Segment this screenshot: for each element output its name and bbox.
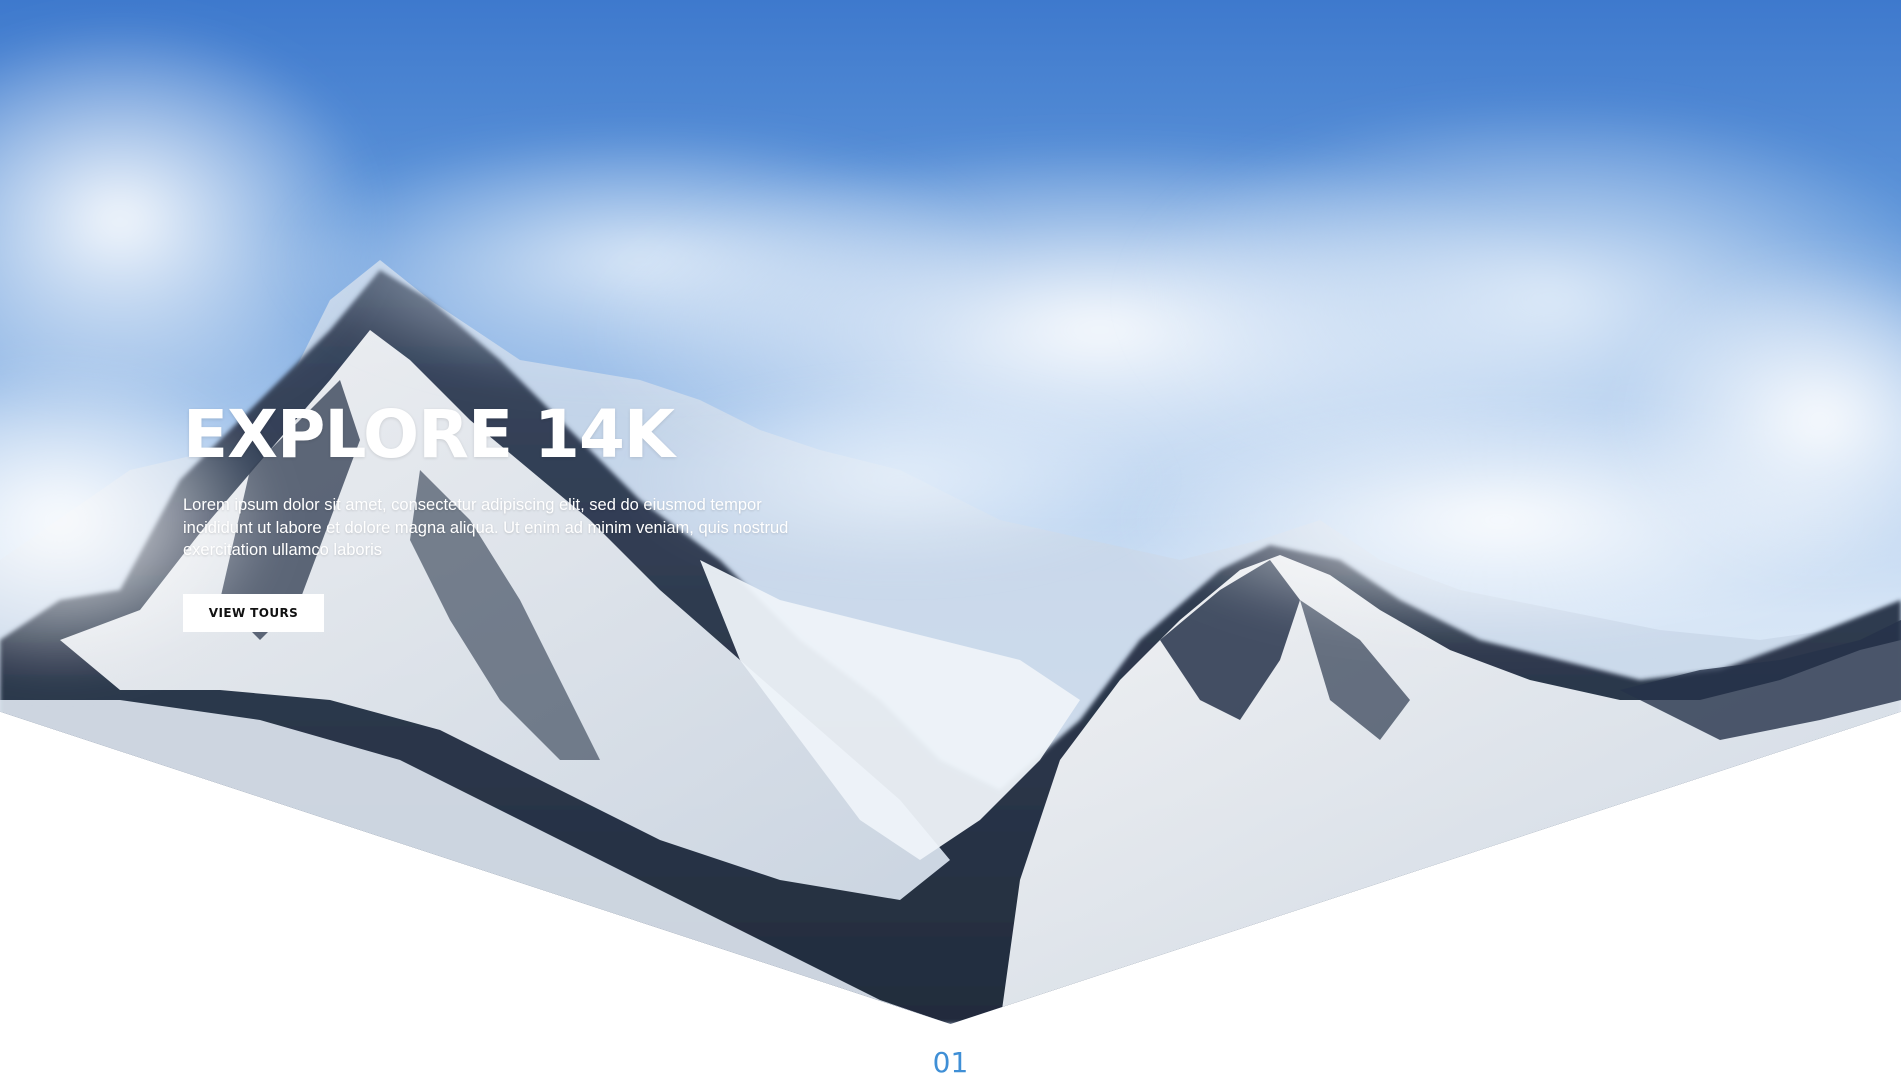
hero-banner: EXPLORE 14K Lorem ipsum dolor sit amet, … — [0, 0, 1901, 1024]
section-number: 01 — [932, 1046, 969, 1078]
page: EXPLORE 14K Lorem ipsum dolor sit amet, … — [0, 0, 1901, 1078]
view-tours-button[interactable]: VIEW TOURS — [183, 593, 324, 632]
hero-content: EXPLORE 14K Lorem ipsum dolor sit amet, … — [183, 398, 803, 632]
hero-description: Lorem ipsum dolor sit amet, consectetur … — [183, 496, 789, 559]
hero-title: EXPLORE 14K — [183, 396, 675, 473]
